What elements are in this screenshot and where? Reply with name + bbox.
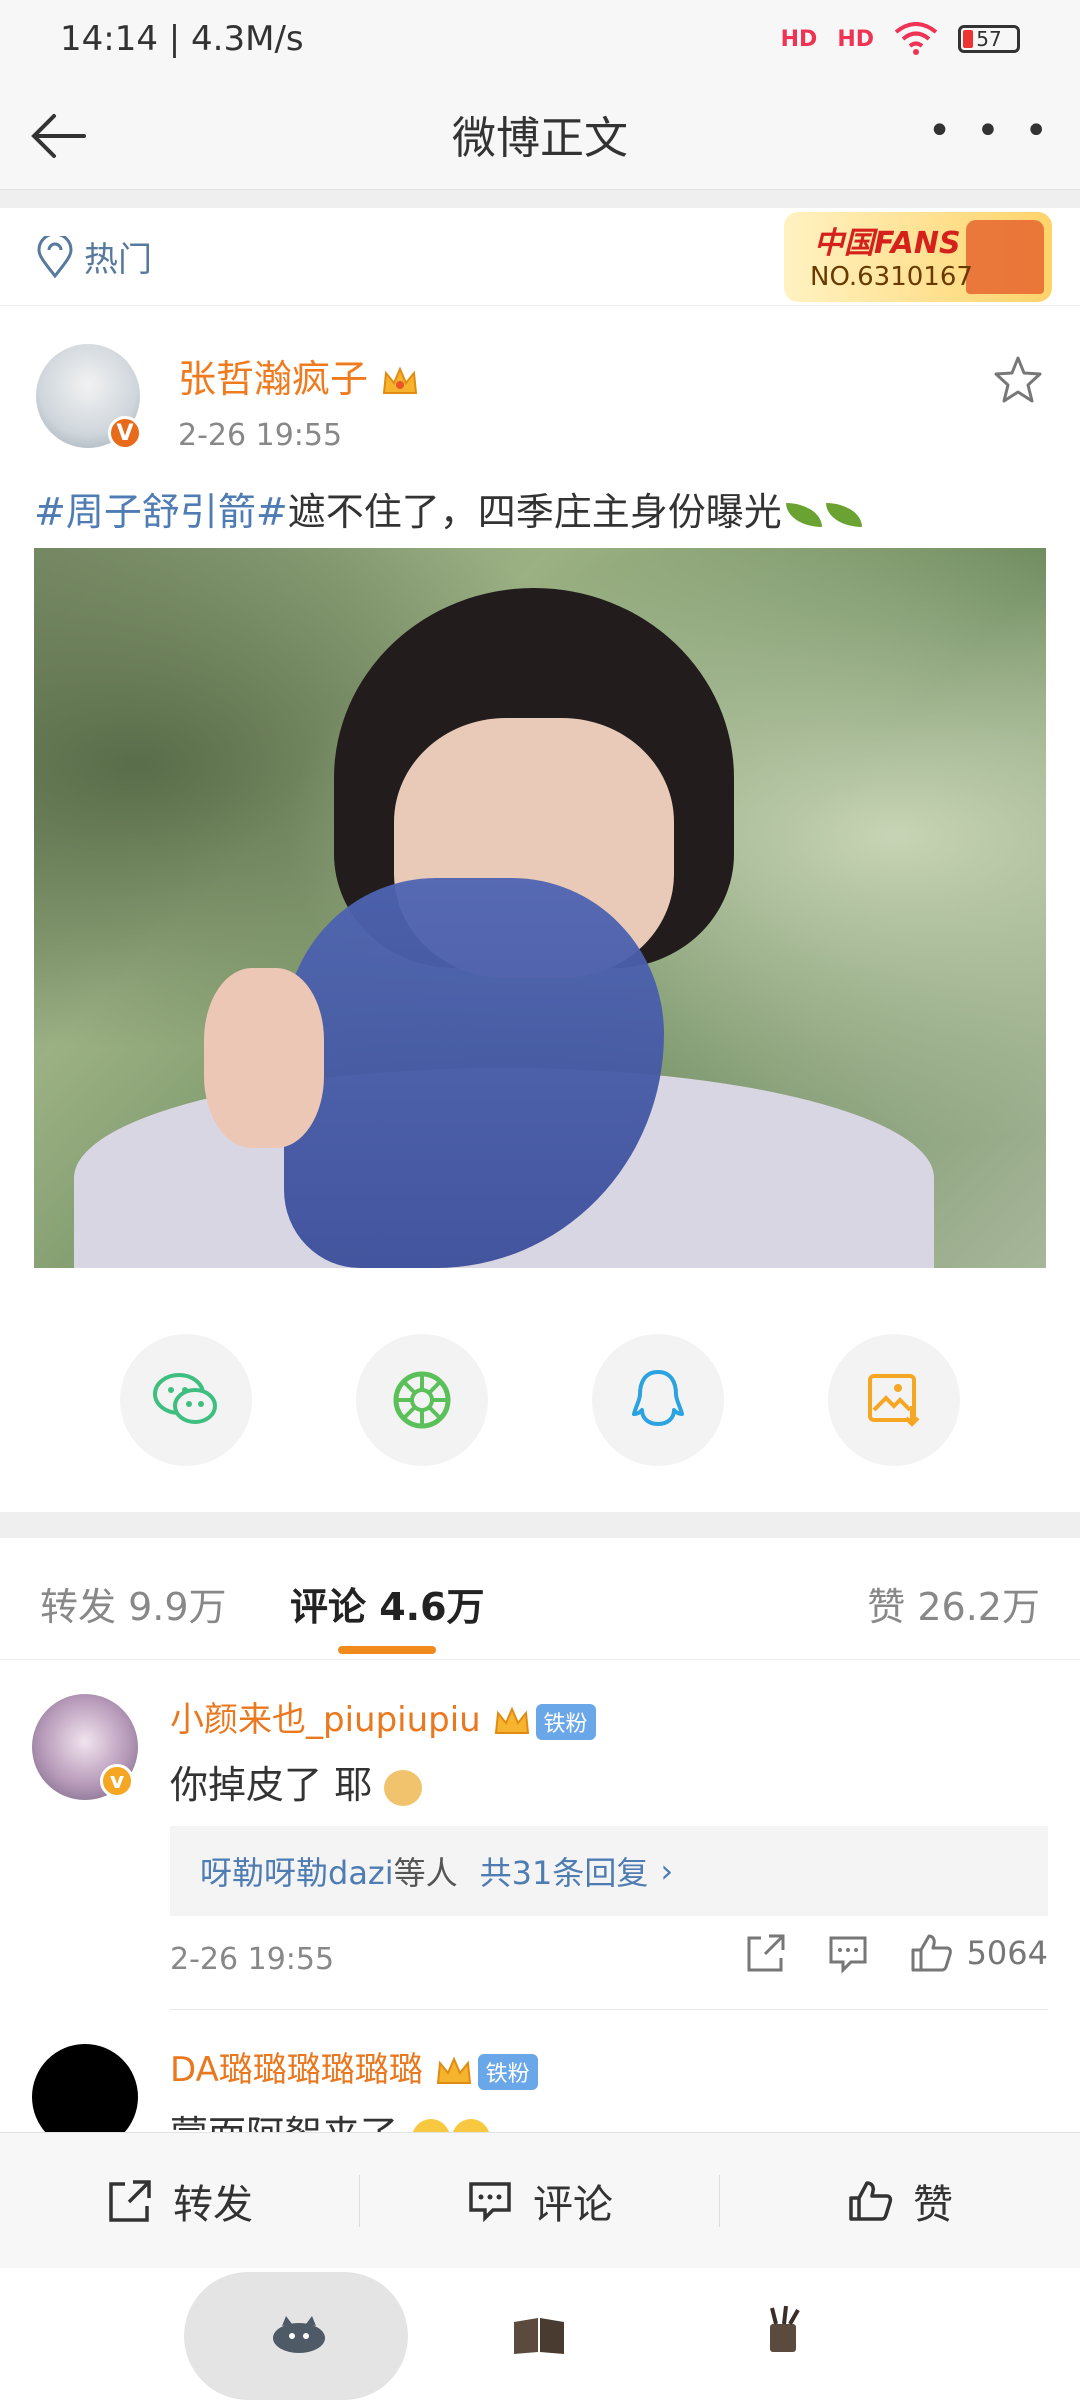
comment-item: v 小颜来也_piupiupiu 铁粉 你掉皮了 耶 呀勒呀勒dazi 等人 共… xyxy=(0,1660,1080,2010)
comment-avatar[interactable] xyxy=(32,2044,138,2132)
comment-text: 蒙面阿絮来了 xyxy=(170,2113,398,2132)
grin-emoji-icon xyxy=(412,2118,451,2132)
comment-actions: 5064 xyxy=(745,1932,1048,1974)
wechat-icon xyxy=(153,1373,217,1424)
repost-icon[interactable] xyxy=(745,1932,787,1974)
comment-icon xyxy=(469,2181,511,2222)
fan-crown-icon xyxy=(494,1705,529,1734)
hot-label: 热门 xyxy=(84,240,152,280)
comment-item: DA璐璐璐璐璐璐 铁粉 蒙面阿絮来了 xyxy=(0,2010,1080,2132)
doge-emoji-icon xyxy=(384,1769,423,1806)
signal-icon: HD xyxy=(780,26,818,52)
bottom-action-bar: 转发 评论 赞 xyxy=(0,2132,1080,2268)
fans-number: NO.6310167 xyxy=(810,262,973,292)
signal-icon-2: HD xyxy=(837,26,874,52)
post-image[interactable] xyxy=(34,548,1046,1268)
fans-title: 中国FANS xyxy=(814,226,961,261)
repost-button[interactable]: 转发 xyxy=(0,2133,360,2268)
comment-text-row: 蒙面阿絮来了 xyxy=(170,2104,491,2132)
section-divider xyxy=(0,1512,1080,1538)
save-image-button[interactable] xyxy=(828,1334,960,1466)
china-fans-badge[interactable]: 中国FANS NO.6310167 xyxy=(784,212,1052,302)
chevron-right-icon: › xyxy=(660,1852,674,1890)
thumb-up-icon xyxy=(911,1934,952,1972)
comment-author-row[interactable]: DA璐璐璐璐璐璐 铁粉 xyxy=(170,2042,538,2091)
share-qq-button[interactable] xyxy=(592,1334,724,1466)
nav-bar: 微博正文 • • • xyxy=(0,78,1080,190)
status-icons: HD HD 57 xyxy=(781,22,1020,56)
hot-location-icon xyxy=(37,235,73,278)
reply-mid-text: 等人 xyxy=(393,1854,458,1892)
reply-count[interactable]: 共31条回复 xyxy=(480,1848,649,1894)
comment-time: 2-26 19:55 xyxy=(170,1942,335,1977)
more-options-icon[interactable]: • • • xyxy=(928,108,1054,154)
tab-repost[interactable]: 转发 9.9万 xyxy=(40,1576,227,1631)
post-time: 2-26 19:55 xyxy=(178,418,343,453)
fan-badge: 铁粉 xyxy=(477,2053,538,2090)
status-time-speed: 14:14 | 4.3M/s xyxy=(60,19,304,59)
share-moments-button[interactable] xyxy=(356,1334,488,1466)
tab-like[interactable]: 赞 26.2万 xyxy=(867,1576,1040,1631)
system-nav-bar xyxy=(0,2268,1080,2400)
fan-crown-icon xyxy=(436,2055,471,2084)
author-name[interactable]: 张哲瀚疯子 xyxy=(178,357,368,401)
qq-icon xyxy=(632,1370,684,1426)
battery-icon: 57 xyxy=(958,25,1020,53)
like-button[interactable]: 5064 xyxy=(909,1932,1048,1974)
like-label: 赞 xyxy=(913,2181,953,2228)
replies-summary[interactable]: 呀勒呀勒dazi 等人 共31条回复 › xyxy=(170,1826,1048,1916)
comment-icon[interactable] xyxy=(827,1932,869,1974)
moments-icon xyxy=(393,1371,451,1429)
share-row xyxy=(0,1330,1080,1470)
verified-badge-icon: v xyxy=(100,1764,134,1798)
comment-label: 评论 xyxy=(533,2181,613,2228)
post-body: 遮不住了，四季庄主身份曝光 xyxy=(287,490,782,534)
post-hashtag[interactable]: #周子舒引箭# xyxy=(34,490,288,534)
tab-comment[interactable]: 评论 4.6万 xyxy=(290,1576,485,1631)
like-button[interactable]: 赞 xyxy=(720,2133,1080,2268)
back-arrow-icon[interactable] xyxy=(24,100,96,172)
save-image-icon xyxy=(868,1374,920,1427)
battery-level: 57 xyxy=(976,27,1002,51)
repost-label: 转发 xyxy=(173,2181,253,2228)
comment-author-row[interactable]: 小颜来也_piupiupiu 铁粉 xyxy=(170,1692,596,1741)
book-icon[interactable] xyxy=(508,2312,570,2358)
comment-author[interactable]: 小颜来也_piupiupiu xyxy=(170,1700,481,1740)
share-wechat-button[interactable] xyxy=(120,1334,252,1466)
leaf-emoji-icon xyxy=(785,502,822,527)
comment-button[interactable]: 评论 xyxy=(360,2133,720,2268)
fan-badge: 铁粉 xyxy=(535,1703,596,1740)
post-text: #周子舒引箭#遮不住了，四季庄主身份曝光 xyxy=(34,484,1044,540)
wifi-icon xyxy=(894,22,938,55)
status-bar: 14:14 | 4.3M/s HD HD 57 xyxy=(0,0,1080,78)
section-gap xyxy=(0,190,1080,208)
cat-sticker-icon[interactable] xyxy=(268,2310,330,2356)
leaf-emoji-icon-2 xyxy=(825,502,862,527)
hot-row[interactable]: 热门 中国FANS NO.6310167 xyxy=(0,208,1080,306)
comment-text-row: 你掉皮了 耶 xyxy=(170,1754,423,1809)
comment-author[interactable]: DA璐璐璐璐璐璐 xyxy=(170,2050,423,2090)
thumb-up-icon xyxy=(849,2180,893,2221)
reply-user[interactable]: 呀勒呀勒dazi xyxy=(200,1848,394,1894)
interaction-tabs: 转发 9.9万 评论 4.6万 赞 26.2万 xyxy=(0,1538,1080,1660)
like-count: 5064 xyxy=(966,1934,1048,1972)
crown-icon xyxy=(383,365,418,394)
grin-emoji-icon-2 xyxy=(452,2118,491,2132)
active-tab-indicator xyxy=(338,1646,436,1654)
favorite-star-icon[interactable] xyxy=(992,354,1044,406)
post-author: V 张哲瀚疯子 2-26 19:55 xyxy=(0,306,1080,466)
verified-badge-icon: V xyxy=(108,416,142,450)
gate-icon xyxy=(966,220,1044,294)
page-title: 微博正文 xyxy=(452,112,628,164)
repost-icon xyxy=(109,2179,151,2222)
author-name-row[interactable]: 张哲瀚疯子 xyxy=(178,348,420,403)
comment-text: 你掉皮了 耶 xyxy=(170,1763,373,1807)
pencil-cup-icon[interactable] xyxy=(752,2306,814,2352)
